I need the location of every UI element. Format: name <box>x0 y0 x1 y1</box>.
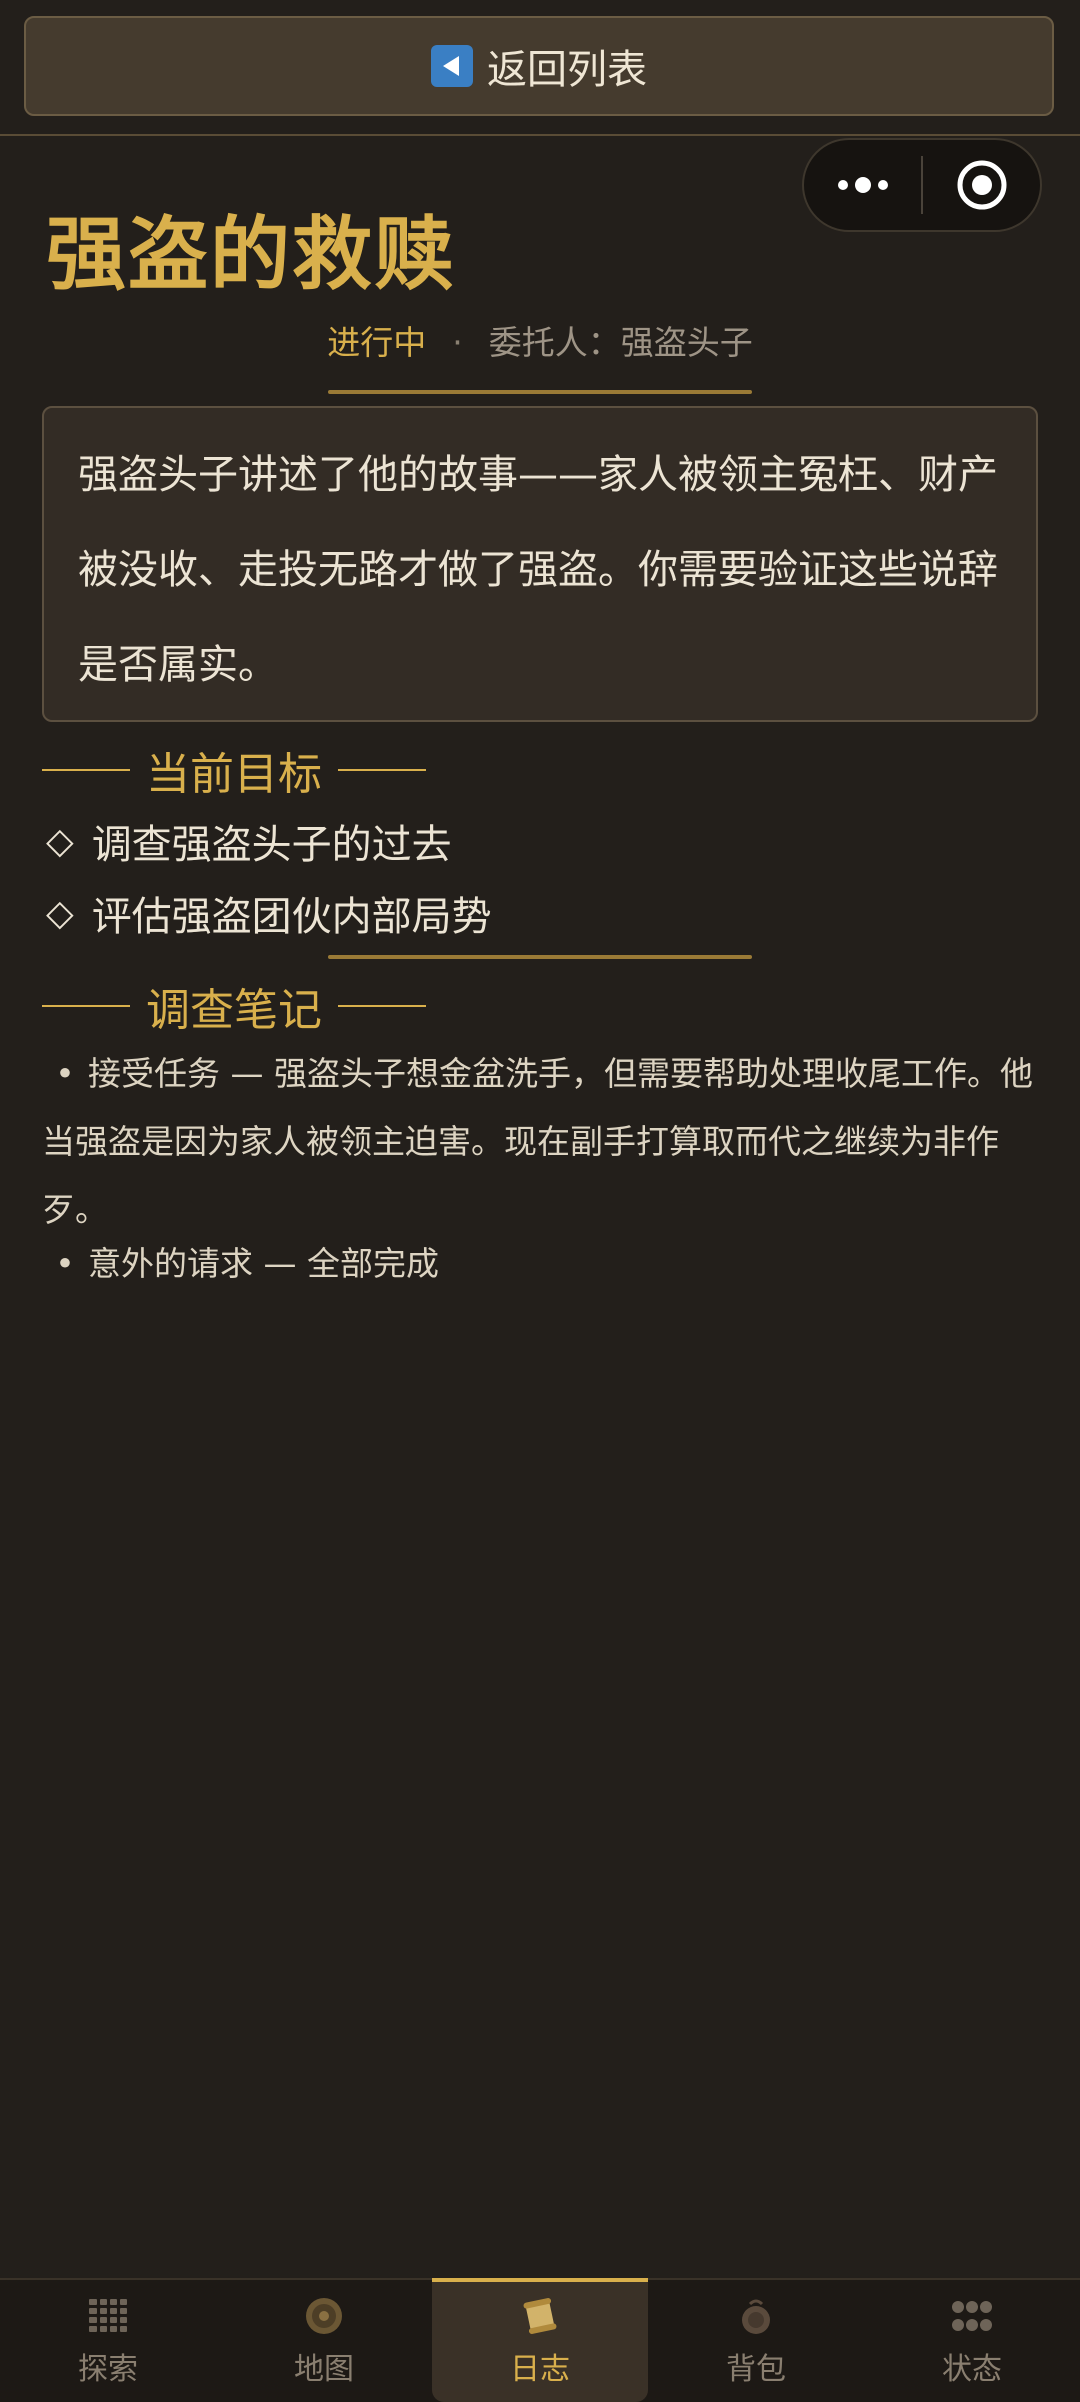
note-text: 意外的请求 — 全部完成 <box>88 1244 439 1283</box>
nav-item-explore[interactable]: 探索 <box>0 2280 216 2402</box>
diamond-icon: ◇ <box>46 820 74 862</box>
notes-list: • 接受任务 — 强盗头子想金盆洗手，但需要帮助处理收尾工作。他当强盗是因为家人被… <box>42 1040 1042 1298</box>
back-label: 返回列表 <box>487 47 647 93</box>
bullet-icon: • <box>55 1244 75 1283</box>
gold-divider <box>328 955 752 959</box>
quest-client: 委托人：强盗头子 <box>488 323 753 362</box>
nav-label: 背包 <box>726 2352 786 2387</box>
nav-item-journal[interactable]: 日志 <box>432 2278 648 2402</box>
goal-text: 评估强盗团伙内部局势 <box>91 894 492 940</box>
heading-rule-left <box>42 769 130 771</box>
nav-label: 地图 <box>294 2352 354 2387</box>
heading-rule-left <box>42 1005 130 1007</box>
bullet-icon: • <box>55 1054 75 1093</box>
nav-label: 日志 <box>510 2352 570 2387</box>
heading-rule-right <box>338 769 426 771</box>
goal-item: ◇ 评估强盗团伙内部局势 <box>46 884 492 942</box>
top-divider <box>0 134 1080 136</box>
quest-description: 强盗头子讲述了他的故事——家人被领主冤枉、财产被没收、走投无路才做了强盗。你需要… <box>42 406 1038 722</box>
grid-tiles-icon <box>88 2294 128 2338</box>
coin-map-icon <box>304 2294 344 2338</box>
nav-item-map[interactable]: 地图 <box>216 2280 432 2402</box>
note-item: • 接受任务 — 强盗头子想金盆洗手，但需要帮助处理收尾工作。他当强盗是因为家人被… <box>42 1040 1042 1244</box>
back-to-list-button[interactable]: 返回列表 <box>24 16 1054 116</box>
more-dots-icon[interactable] <box>804 140 921 230</box>
note-text: 接受任务 — 强盗头子想金盆洗手，但需要帮助处理收尾工作。他当强盗是因为家人被领… <box>42 1054 1033 1229</box>
bottom-nav: 探索 地图 日志 背包 状态 <box>0 2278 1080 2402</box>
note-item: • 意外的请求 — 全部完成 <box>42 1230 1042 1298</box>
status-badge: 进行中 <box>327 323 427 362</box>
notes-heading-text: 调查笔记 <box>146 985 322 1036</box>
goals-heading: 当前目标 <box>42 738 426 802</box>
bag-icon <box>738 2294 774 2338</box>
nav-label: 状态 <box>942 2352 1002 2387</box>
goal-text: 调查强盗头子的过去 <box>91 822 452 868</box>
notes-heading: 调查笔记 <box>42 974 426 1038</box>
diamond-icon: ◇ <box>46 892 74 934</box>
quest-meta: 进行中 · 委托人：强盗头子 <box>0 316 1080 364</box>
goals-heading-text: 当前目标 <box>146 749 322 800</box>
play-left-icon <box>431 45 473 87</box>
nav-item-bag[interactable]: 背包 <box>648 2280 864 2402</box>
dots-status-icon <box>951 2294 993 2338</box>
nav-item-status[interactable]: 状态 <box>864 2280 1080 2402</box>
nav-label: 探索 <box>78 2352 138 2387</box>
scroll-icon <box>520 2294 560 2338</box>
goal-item: ◇ 调查强盗头子的过去 <box>46 812 452 870</box>
meta-separator: · <box>452 323 463 362</box>
capsule-menu <box>802 138 1042 232</box>
quest-title: 强盗的救赎 <box>46 208 456 301</box>
heading-rule-right <box>338 1005 426 1007</box>
target-circle-icon[interactable] <box>923 140 1040 230</box>
gold-divider <box>328 390 752 394</box>
